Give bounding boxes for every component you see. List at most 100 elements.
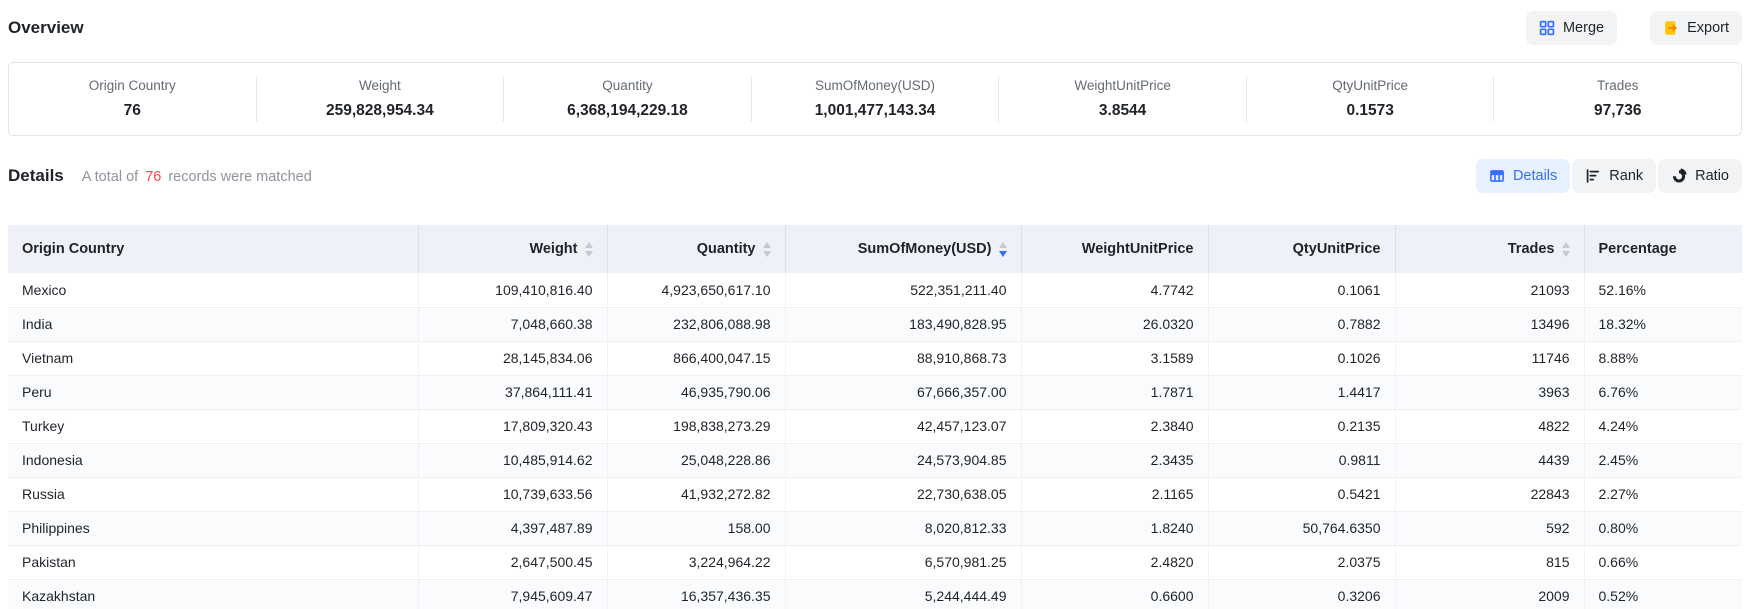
column-label: Weight xyxy=(529,241,577,257)
cell-origin-country: Mexico xyxy=(8,273,418,307)
cell-sumofmoney-usd: 24,573,904.85 xyxy=(785,443,1021,477)
cell-sumofmoney-usd: 8,020,812.33 xyxy=(785,511,1021,545)
tab-rank[interactable]: Rank xyxy=(1572,159,1656,193)
cell-origin-country: Pakistan xyxy=(8,545,418,579)
stat-value: 3.8544 xyxy=(999,101,1246,120)
cell-trades: 2009 xyxy=(1395,579,1584,609)
view-tabs: DetailsRankRatio xyxy=(1476,159,1742,193)
cell-sumofmoney-usd: 6,570,981.25 xyxy=(785,545,1021,579)
sort-asc-icon xyxy=(999,242,1007,248)
cell-trades: 11746 xyxy=(1395,341,1584,375)
table-row-kazakhstan: Kazakhstan7,945,609.4716,357,436.355,244… xyxy=(8,579,1742,609)
cell-sumofmoney-usd: 42,457,123.07 xyxy=(785,409,1021,443)
stat-sumofmoney-usd: SumOfMoney(USD)1,001,477,143.34 xyxy=(751,76,999,122)
cell-origin-country: Indonesia xyxy=(8,443,418,477)
donut-chart-icon xyxy=(1671,168,1687,184)
stat-value: 1,001,477,143.34 xyxy=(752,101,999,120)
cell-trades: 21093 xyxy=(1395,273,1584,307)
table-row-philippines: Philippines4,397,487.89158.008,020,812.3… xyxy=(8,511,1742,545)
cell-weight: 7,945,609.47 xyxy=(418,579,607,609)
column-header-percentage: Percentage xyxy=(1584,225,1742,273)
column-label: Percentage xyxy=(1599,241,1677,257)
table-row-turkey: Turkey17,809,320.43198,838,273.2942,457,… xyxy=(8,409,1742,443)
cell-weight: 109,410,816.40 xyxy=(418,273,607,307)
cell-origin-country: Turkey xyxy=(8,409,418,443)
cell-percentage: 6.76% xyxy=(1584,375,1742,409)
cell-percentage: 52.16% xyxy=(1584,273,1742,307)
sort-desc-icon xyxy=(763,251,771,257)
column-header-sumofmoney-usd[interactable]: SumOfMoney(USD) xyxy=(785,225,1021,273)
cell-sumofmoney-usd: 522,351,211.40 xyxy=(785,273,1021,307)
cell-weightunitprice: 2.3840 xyxy=(1021,409,1208,443)
sort-asc-icon xyxy=(1562,242,1570,248)
merge-icon xyxy=(1539,20,1555,36)
table-row-vietnam: Vietnam28,145,834.06866,400,047.1588,910… xyxy=(8,341,1742,375)
column-header-weight[interactable]: Weight xyxy=(418,225,607,273)
cell-quantity: 46,935,790.06 xyxy=(607,375,785,409)
stat-qtyunitprice: QtyUnitPrice 0.1573 xyxy=(1246,76,1494,122)
cell-origin-country: India xyxy=(8,307,418,341)
cell-weightunitprice: 1.8240 xyxy=(1021,511,1208,545)
page: Overview Merge Export Origin Country76We… xyxy=(0,10,1750,609)
stat-value: 76 xyxy=(9,101,256,120)
column-label: Trades xyxy=(1508,241,1555,257)
cell-quantity: 4,923,650,617.10 xyxy=(607,273,785,307)
cell-weight: 7,048,660.38 xyxy=(418,307,607,341)
cell-origin-country: Philippines xyxy=(8,511,418,545)
cell-origin-country: Peru xyxy=(8,375,418,409)
cell-percentage: 18.32% xyxy=(1584,307,1742,341)
stat-weight: Weight259,828,954.34 xyxy=(256,76,504,122)
cell-weight: 17,809,320.43 xyxy=(418,409,607,443)
sort-carets xyxy=(763,242,771,257)
column-label: QtyUnitPrice xyxy=(1293,241,1381,257)
column-header-trades[interactable]: Trades xyxy=(1395,225,1584,273)
cell-qtyunitprice: 0.7882 xyxy=(1208,307,1395,341)
cell-trades: 22843 xyxy=(1395,477,1584,511)
column-label: Quantity xyxy=(697,241,756,257)
stat-label: Trades xyxy=(1494,77,1741,94)
stat-trades: Trades97,736 xyxy=(1493,76,1741,122)
sort-desc-icon xyxy=(999,251,1007,257)
column-header-quantity[interactable]: Quantity xyxy=(607,225,785,273)
cell-trades: 592 xyxy=(1395,511,1584,545)
cell-weight: 2,647,500.45 xyxy=(418,545,607,579)
tab-details[interactable]: Details xyxy=(1476,159,1570,193)
cell-sumofmoney-usd: 183,490,828.95 xyxy=(785,307,1021,341)
cell-quantity: 158.00 xyxy=(607,511,785,545)
match-summary: A total of76records were matched xyxy=(82,169,312,185)
cell-qtyunitprice: 0.1026 xyxy=(1208,341,1395,375)
cell-percentage: 0.52% xyxy=(1584,579,1742,609)
cell-quantity: 198,838,273.29 xyxy=(607,409,785,443)
stat-quantity: Quantity6,368,194,229.18 xyxy=(503,76,751,122)
cell-sumofmoney-usd: 22,730,638.05 xyxy=(785,477,1021,511)
cell-weightunitprice: 1.7871 xyxy=(1021,375,1208,409)
stat-label: WeightUnitPrice xyxy=(999,77,1246,94)
cell-quantity: 3,224,964.22 xyxy=(607,545,785,579)
cell-trades: 13496 xyxy=(1395,307,1584,341)
cell-weightunitprice: 0.6600 xyxy=(1021,579,1208,609)
cell-percentage: 0.66% xyxy=(1584,545,1742,579)
cell-quantity: 16,357,436.35 xyxy=(607,579,785,609)
table-row-pakistan: Pakistan2,647,500.453,224,964.226,570,98… xyxy=(8,545,1742,579)
cell-weightunitprice: 2.4820 xyxy=(1021,545,1208,579)
stat-label: Origin Country xyxy=(9,77,256,94)
topbar-actions: Merge Export xyxy=(1526,11,1742,45)
column-header-qtyunitprice: QtyUnitPrice xyxy=(1208,225,1395,273)
tab-ratio[interactable]: Ratio xyxy=(1658,159,1742,193)
table-grid-icon xyxy=(1489,168,1505,184)
sort-asc-icon xyxy=(585,242,593,248)
match-count: 76 xyxy=(138,169,168,185)
stat-origin-country: Origin Country 76 xyxy=(9,76,256,122)
cell-percentage: 2.27% xyxy=(1584,477,1742,511)
details-table: Origin CountryWeightQuantitySumOfMoney(U… xyxy=(8,225,1742,609)
export-button[interactable]: Export xyxy=(1650,11,1742,45)
cell-qtyunitprice: 0.1061 xyxy=(1208,273,1395,307)
column-header-weightunitprice: WeightUnitPrice xyxy=(1021,225,1208,273)
topbar: Overview Merge Export xyxy=(8,10,1742,46)
table-row-india: India7,048,660.38232,806,088.98183,490,8… xyxy=(8,307,1742,341)
stat-label: QtyUnitPrice xyxy=(1247,77,1494,94)
table-row-indonesia: Indonesia10,485,914.6225,048,228.8624,57… xyxy=(8,443,1742,477)
column-label: WeightUnitPrice xyxy=(1082,241,1194,257)
stat-value: 0.1573 xyxy=(1247,101,1494,120)
merge-button[interactable]: Merge xyxy=(1526,11,1617,45)
